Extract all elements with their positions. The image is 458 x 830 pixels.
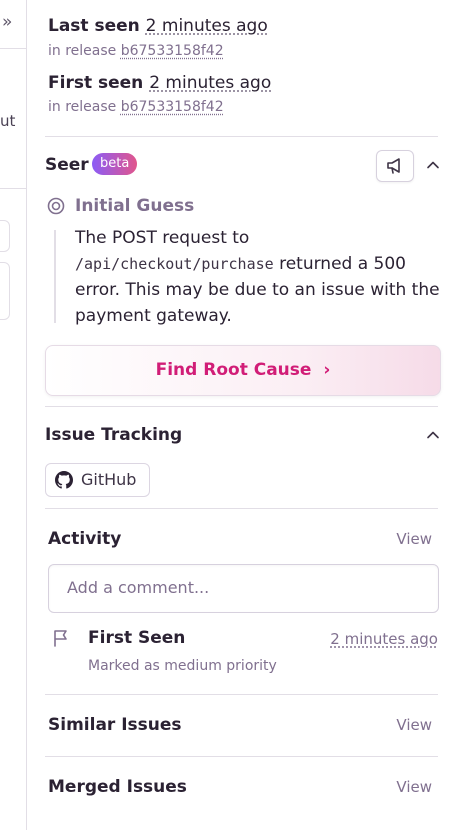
activity-view-link[interactable]: View [396,530,432,548]
left-pane-topbar: » [0,0,26,49]
github-label: GitHub [81,470,137,489]
activity-item-subtitle: Marked as medium priority [88,658,277,674]
collapse-sidebar-icon[interactable]: » [2,12,13,32]
chevron-right-icon: › [323,360,331,380]
left-pane: » ut [0,0,27,830]
last-seen-release: in release b67533158f42 [48,43,224,59]
section-divider [45,694,438,695]
target-icon [47,197,65,215]
left-pane-divider [0,188,26,189]
github-icon [55,471,73,489]
activity-item-title: First Seen [88,628,186,648]
merged-issues-title: Merged Issues [48,777,187,797]
release-prefix: in release [48,43,117,59]
seer-header: Seer beta [45,150,440,182]
last-seen-release-link[interactable]: b67533158f42 [121,43,224,59]
initial-guess-code: /api/checkout/purchase [75,255,274,273]
find-root-cause-text: Find Root Cause [155,360,312,380]
find-root-cause-button[interactable]: Find Root Cause › [45,345,441,396]
left-pane-truncated-text: ut [0,112,16,130]
comment-field[interactable] [48,564,439,613]
first-seen-release-link[interactable]: b67533158f42 [121,99,224,115]
activity-item-time[interactable]: 2 minutes ago [330,630,438,648]
first-seen-release: in release b67533158f42 [48,99,224,115]
flag-icon [54,630,67,647]
section-divider [45,406,438,407]
last-seen-time[interactable]: 2 minutes ago [146,16,268,36]
initial-guess-title: Initial Guess [75,196,195,216]
section-divider [45,136,438,137]
megaphone-icon [387,158,400,174]
last-seen-heading: Last seen 2 minutes ago [48,16,268,36]
similar-issues-title: Similar Issues [48,715,182,735]
initial-guess-rule [54,230,56,323]
left-pane-box [0,262,10,320]
issue-sidebar: Last seen 2 minutes ago in release b6753… [27,0,458,830]
comment-input[interactable] [65,577,429,598]
feedback-button[interactable] [376,150,414,182]
beta-badge: beta [92,153,138,175]
github-button[interactable]: GitHub [45,463,150,497]
issue-tracking-title: Issue Tracking [45,425,183,445]
chevron-up-icon[interactable] [426,158,440,172]
first-seen-label: First seen [48,73,144,93]
chevron-up-icon[interactable] [426,428,440,442]
similar-issues-view-link[interactable]: View [396,716,432,734]
merged-issues-view-link[interactable]: View [396,778,432,796]
section-divider [45,508,438,509]
first-seen-time[interactable]: 2 minutes ago [149,73,271,93]
release-prefix: in release [48,99,117,115]
activity-title: Activity [48,529,122,549]
left-pane-box [0,220,10,252]
seer-title: Seer [45,155,89,175]
section-divider [45,756,438,757]
initial-guess-text-before: The POST request to [75,228,250,248]
find-root-cause-label: Find Root Cause › [46,360,440,380]
initial-guess-text: The POST request to /api/checkout/purcha… [75,225,445,329]
first-seen-heading: First seen 2 minutes ago [48,73,271,93]
last-seen-label: Last seen [48,16,140,36]
